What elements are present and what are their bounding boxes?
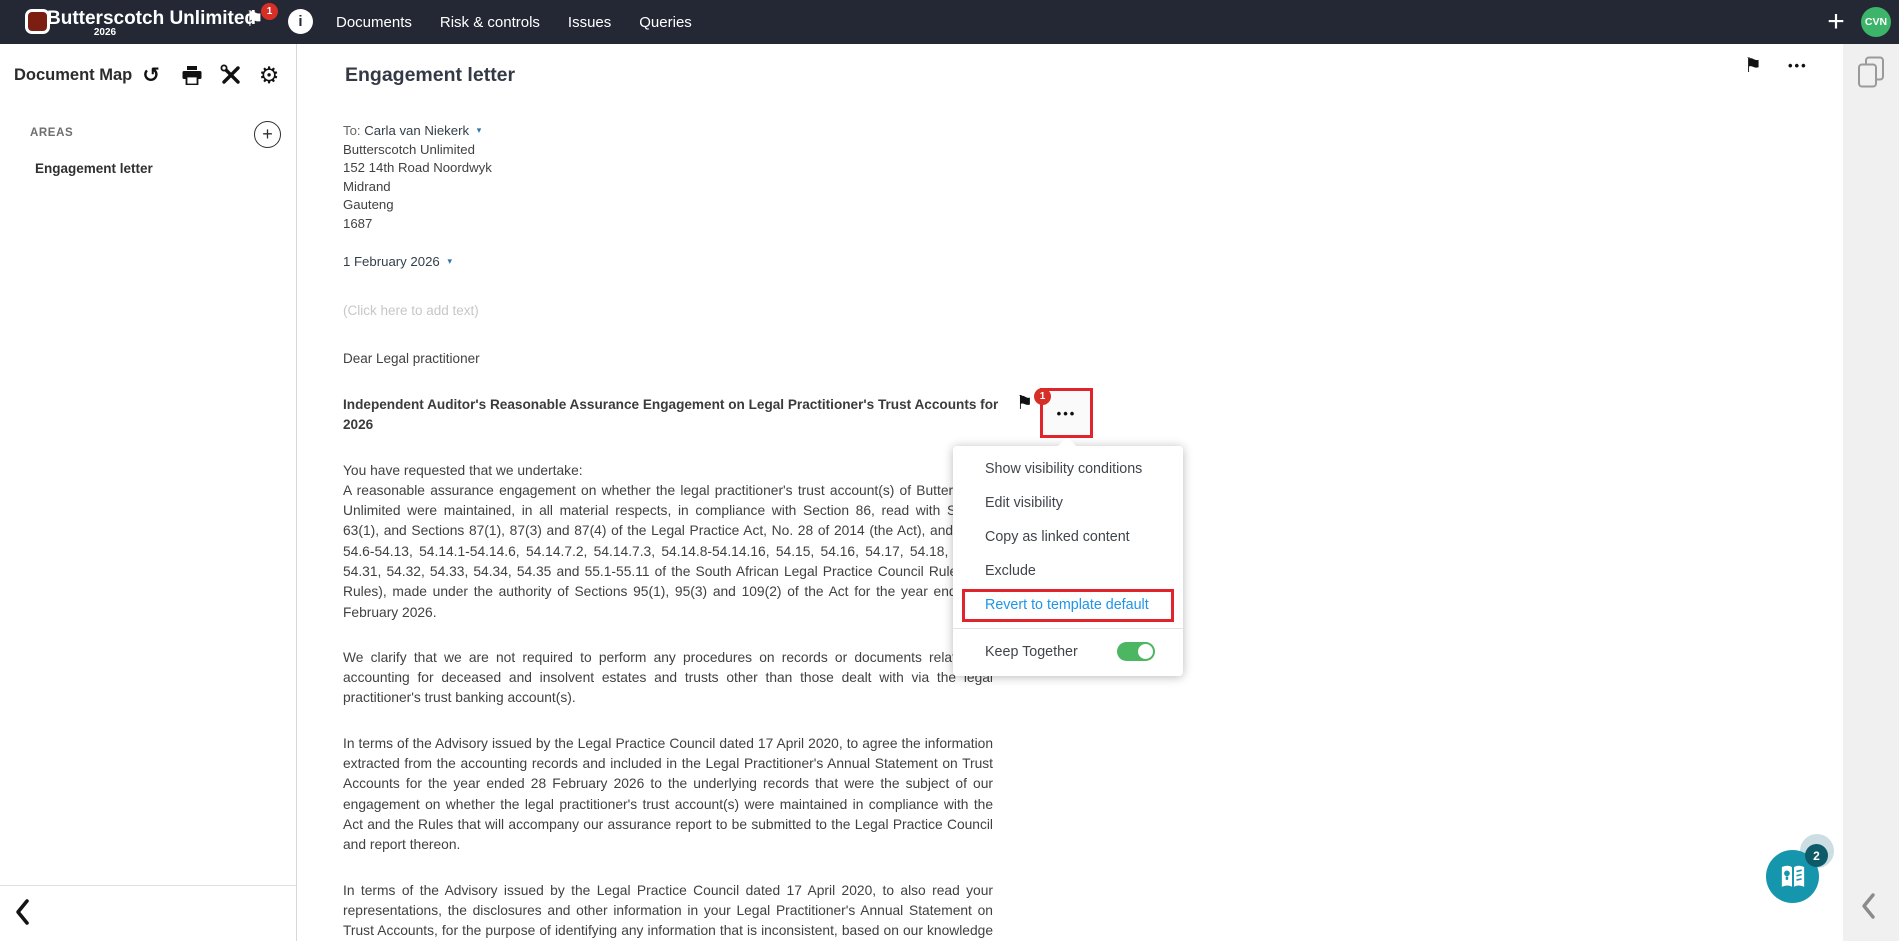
print-icon[interactable] xyxy=(179,62,205,88)
address-line: Gauteng xyxy=(343,196,993,215)
document-more-button[interactable]: ••• xyxy=(1788,58,1808,73)
flag-icon[interactable]: ⚑ xyxy=(1016,392,1033,415)
add-text-placeholder[interactable]: (Click here to add text) xyxy=(343,303,993,318)
nav-item-risk-controls[interactable]: Risk & controls xyxy=(440,14,540,31)
paragraph-body: A reasonable assurance engagement on whe… xyxy=(343,483,993,620)
book-lightbulb-icon xyxy=(1778,864,1808,890)
tools-icon[interactable] xyxy=(218,62,244,88)
menu-item-show-visibility-conditions[interactable]: Show visibility conditions xyxy=(953,452,1183,486)
chevron-left-icon xyxy=(1860,892,1876,920)
address-line: Butterscotch Unlimited xyxy=(343,141,993,160)
sidebar-footer xyxy=(0,885,296,941)
context-menu: Show visibility conditions Edit visibili… xyxy=(953,446,1183,676)
right-side-panel xyxy=(1843,44,1899,941)
nav-item-documents[interactable]: Documents xyxy=(336,14,412,31)
document-map-panel: Document Map ↺ ⚙ AREAS + Engagement lett… xyxy=(0,44,297,941)
menu-item-edit-visibility[interactable]: Edit visibility xyxy=(953,486,1183,520)
keep-together-label: Keep Together xyxy=(985,644,1078,660)
nav-item-queries[interactable]: Queries xyxy=(639,14,692,31)
chevron-down-icon[interactable]: ▾ xyxy=(477,125,482,135)
letter-paragraph: In terms of the Advisory issued by the L… xyxy=(343,881,993,941)
letter-date[interactable]: 1 February 2026 ▾ xyxy=(343,252,993,272)
engagement-letter-document: To: Carla van Niekerk ▾ Butterscotch Unl… xyxy=(343,121,993,941)
gear-icon[interactable]: ⚙ xyxy=(256,62,282,88)
date-value[interactable]: 1 February 2026 xyxy=(343,254,440,269)
wrench-screwdriver-icon xyxy=(220,64,242,86)
page-title: Engagement letter xyxy=(345,64,515,87)
section-flag-badge: 1 xyxy=(1034,388,1051,405)
address-line: 1687 xyxy=(343,215,993,234)
app-window: Butterscotch Unlimited 2026 ⚑ 1 i Docume… xyxy=(0,0,1899,941)
chevron-down-icon[interactable]: ▾ xyxy=(447,256,452,266)
areas-section-label: AREAS xyxy=(30,127,73,139)
brand-name[interactable]: Butterscotch Unlimited xyxy=(47,8,256,30)
keep-together-row: Keep Together xyxy=(953,629,1183,676)
keep-together-toggle[interactable] xyxy=(1117,642,1155,661)
recipient-line[interactable]: To: Carla van Niekerk ▾ xyxy=(343,121,993,141)
document-map-title: Document Map xyxy=(14,66,132,85)
to-label: To: xyxy=(343,123,361,138)
chevron-left-icon xyxy=(14,898,30,926)
letter-heading: Independent Auditor's Reasonable Assuran… xyxy=(343,395,1023,436)
toggle-knob xyxy=(1138,644,1153,659)
add-icon[interactable]: + xyxy=(1822,2,1850,42)
add-area-button[interactable]: + xyxy=(254,121,281,148)
collapse-sidebar-button[interactable] xyxy=(14,898,30,931)
expand-panel-button[interactable] xyxy=(1860,892,1876,925)
engagement-year: 2026 xyxy=(85,27,125,38)
recipient-name[interactable]: Carla van Niekerk xyxy=(364,123,469,138)
history-icon[interactable]: ↺ xyxy=(138,62,164,88)
menu-item-exclude[interactable]: Exclude xyxy=(953,554,1183,588)
sidebar-item-engagement-letter[interactable]: Engagement letter xyxy=(35,161,153,176)
nav-item-issues[interactable]: Issues xyxy=(568,14,611,31)
flag-count-badge: 1 xyxy=(261,3,278,20)
flag-icon[interactable]: ⚑ xyxy=(1744,53,1762,78)
printer-icon xyxy=(182,66,202,85)
paragraph-intro: You have requested that we undertake: xyxy=(343,461,993,481)
salutation: Dear Legal practitioner xyxy=(343,351,993,366)
avatar[interactable]: CVN xyxy=(1861,7,1891,37)
letter-paragraph: We clarify that we are not required to p… xyxy=(343,648,993,709)
letter-paragraph: In terms of the Advisory issued by the L… xyxy=(343,734,993,856)
menu-item-copy-as-linked-content[interactable]: Copy as linked content xyxy=(953,520,1183,554)
ellipsis-icon: ••• xyxy=(1057,406,1077,421)
address-line: Midrand xyxy=(343,178,993,197)
letter-paragraph: You have requested that we undertake: A … xyxy=(343,461,993,623)
flags-button[interactable]: ⚑ 1 xyxy=(245,5,281,39)
top-navigation-bar: Butterscotch Unlimited 2026 ⚑ 1 i Docume… xyxy=(0,0,1899,44)
menu-item-revert-to-template-default[interactable]: Revert to template default xyxy=(962,589,1174,622)
copy-icon xyxy=(1857,56,1885,88)
main-nav: Documents Risk & controls Issues Queries xyxy=(336,0,692,44)
copy-pages-button[interactable] xyxy=(1857,56,1885,93)
info-icon[interactable]: i xyxy=(288,9,313,34)
address-line: 152 14th Road Noordwyk xyxy=(343,159,993,178)
guidance-count-badge: 2 xyxy=(1805,844,1828,867)
